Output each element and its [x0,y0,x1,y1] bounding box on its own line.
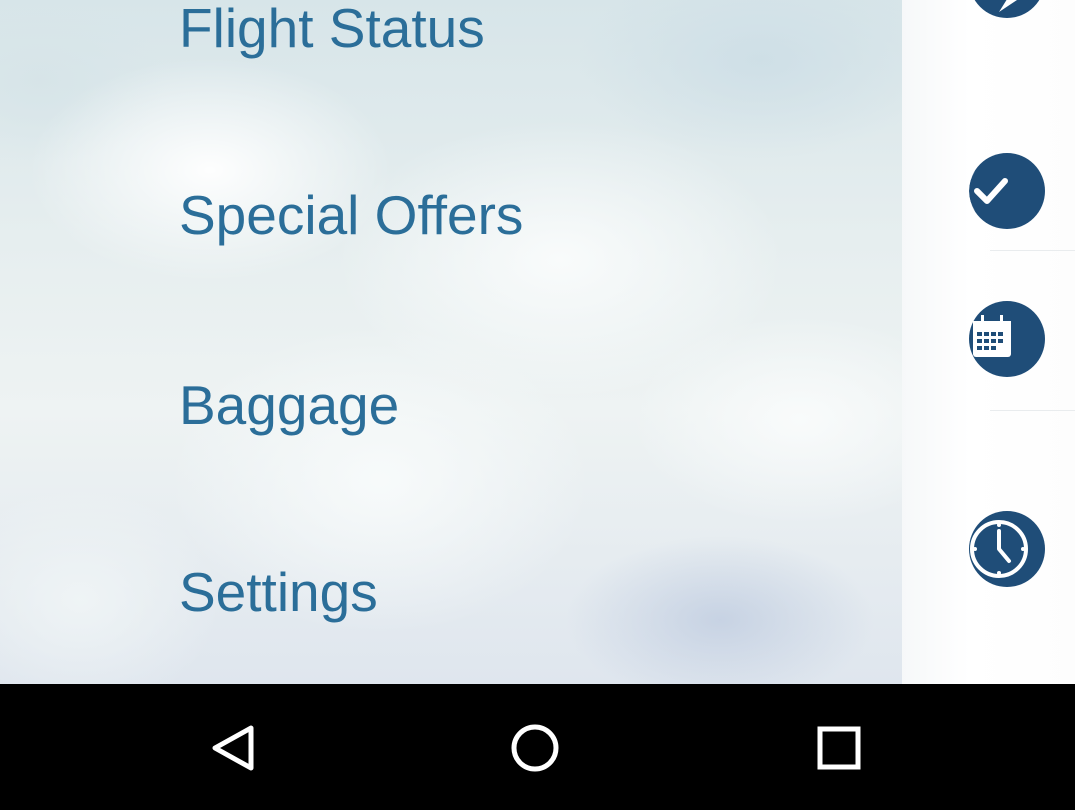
calendar-icon[interactable] [969,301,1045,377]
menu-item-flight-status[interactable]: Flight Status [179,0,779,63]
home-button[interactable] [500,712,570,782]
check-icon[interactable] [969,153,1045,229]
location-pin-icon[interactable] [969,0,1045,18]
menu-item-settings[interactable]: Settings [179,557,779,627]
recents-button[interactable] [804,712,874,782]
recents-icon [817,726,861,770]
navigation-drawer: Flight Status Special Offers Baggage Set… [0,0,902,684]
back-button[interactable] [197,712,267,782]
menu-item-special-offers[interactable]: Special Offers [179,180,779,250]
screen: Flight Status Special Offers Baggage Set… [0,0,1075,810]
home-icon [511,724,559,772]
divider [990,250,1075,251]
clock-icon[interactable] [969,511,1045,587]
menu-item-baggage[interactable]: Baggage [179,370,779,440]
system-navigation-bar [0,684,1075,810]
back-icon [212,725,254,771]
divider [990,410,1075,411]
